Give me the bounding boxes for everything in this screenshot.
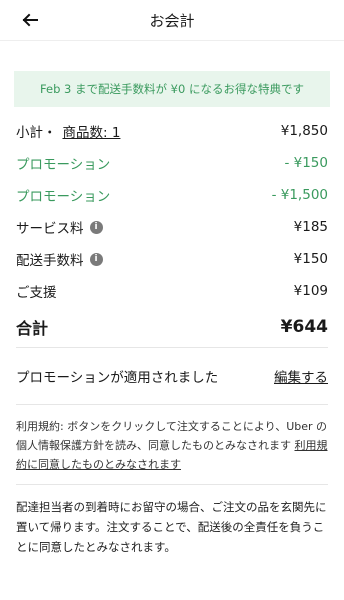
- support-value: ¥109: [293, 283, 328, 299]
- promotion-value: - ¥150: [284, 155, 328, 171]
- promotion-applied-row: プロモーションが適用されました 編集する: [0, 348, 344, 404]
- promotion-label: プロモーション: [16, 157, 111, 173]
- page-title: お会計: [149, 11, 195, 30]
- delivery-fee-label: 配送手数料: [16, 253, 84, 269]
- item-count-link[interactable]: 商品数: 1: [63, 121, 121, 141]
- subtotal-label: 小計・: [16, 125, 57, 141]
- service-fee-value: ¥185: [293, 219, 328, 235]
- service-fee-row: サービス料 i ¥185: [0, 211, 344, 243]
- info-icon[interactable]: i: [89, 252, 103, 266]
- promo-banner: Feb 3 まで配送手数料が ¥0 になるお得な特典です: [14, 71, 330, 107]
- promotion-value: - ¥1,500: [271, 187, 328, 203]
- support-row: ご支援 ¥109: [0, 275, 344, 307]
- total-value: ¥644: [280, 317, 328, 337]
- terms-text: 利用規約: ボタンをクリックして注文することにより、Uber の個人情報保護方針…: [0, 405, 344, 484]
- total-label: 合計: [16, 319, 49, 338]
- total-row: 合計 ¥644: [0, 307, 344, 347]
- promotion-row-2: プロモーション - ¥1,500: [0, 179, 344, 211]
- header-bar: お会計: [0, 0, 344, 41]
- delivery-note: 配達担当者の到着時にお留守の場合、ご注文の品を玄関先に置いて帰ります。注文するこ…: [16, 500, 327, 554]
- edit-promotion-link[interactable]: 編集する: [274, 366, 328, 386]
- subtotal-value: ¥1,850: [280, 123, 328, 139]
- price-summary: 小計・ 商品数: 1 ¥1,850 プロモーション - ¥150 プロモーション …: [0, 115, 344, 347]
- service-fee-label: サービス料: [16, 221, 84, 237]
- info-icon[interactable]: i: [89, 220, 103, 234]
- delivery-fee-row: 配送手数料 i ¥150: [0, 243, 344, 275]
- arrow-left-icon: [22, 13, 38, 27]
- promotion-label: プロモーション: [16, 189, 111, 205]
- back-button[interactable]: [18, 8, 42, 32]
- promotion-row-1: プロモーション - ¥150: [0, 147, 344, 179]
- promotion-applied-text: プロモーションが適用されました: [16, 370, 219, 386]
- support-label: ご支援: [16, 285, 57, 301]
- delivery-fee-value: ¥150: [293, 251, 328, 267]
- terms-body: 利用規約: ボタンをクリックして注文することにより、Uber の個人情報保護方針…: [16, 420, 328, 452]
- subtotal-row: 小計・ 商品数: 1 ¥1,850: [0, 115, 344, 147]
